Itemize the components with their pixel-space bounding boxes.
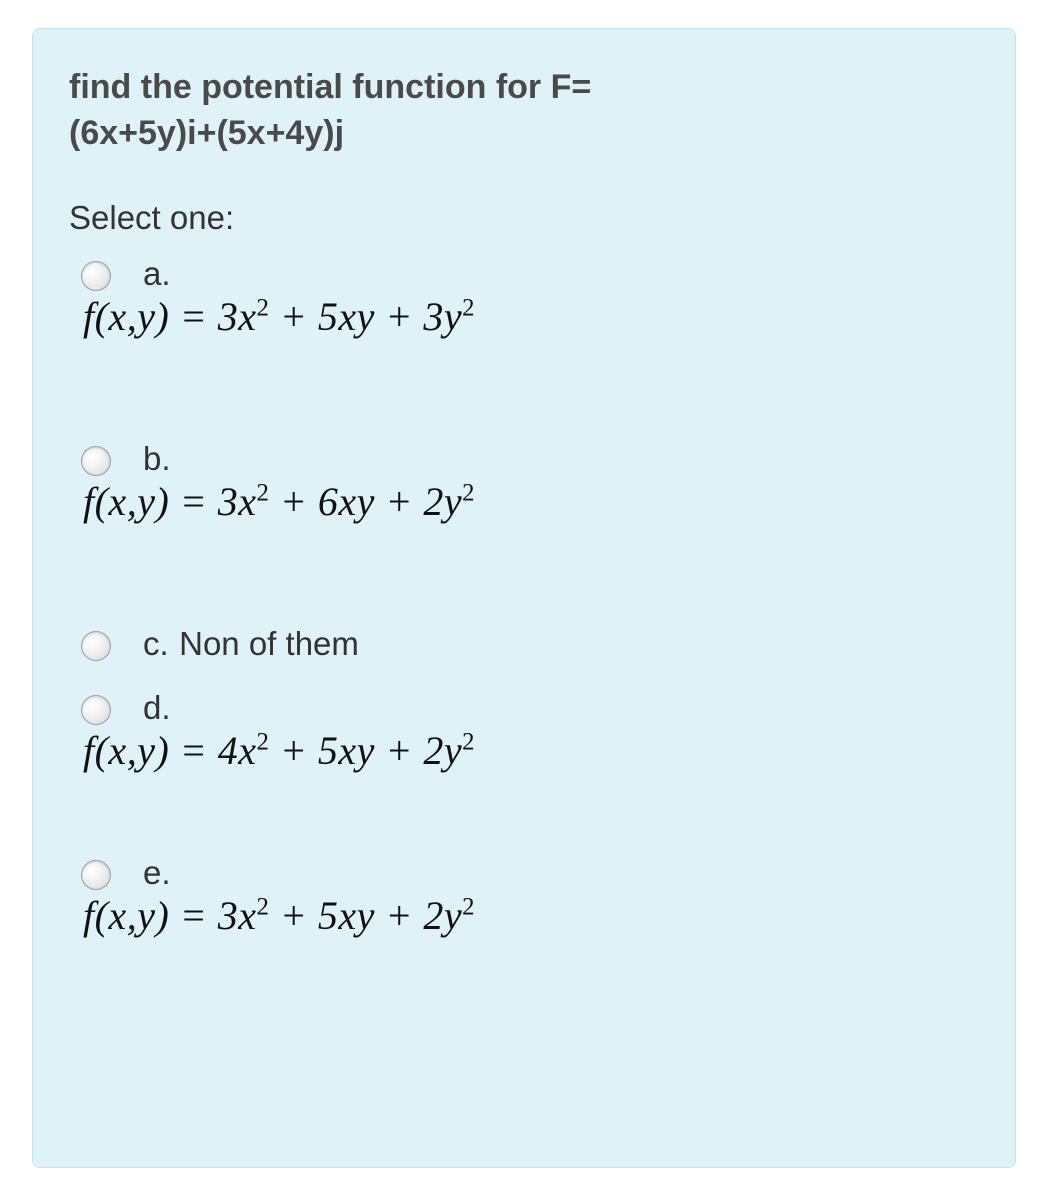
option-c[interactable]: c. Non of them bbox=[81, 625, 979, 663]
option-e[interactable]: e. f(x,y) = 3x2 + 5xy + 2y2 bbox=[81, 854, 979, 939]
question-text: find the potential function for F= (6x+5… bbox=[69, 65, 979, 157]
option-b[interactable]: b. f(x,y) = 3x2 + 6xy + 2y2 bbox=[81, 440, 979, 525]
select-one-prompt: Select one: bbox=[69, 199, 979, 237]
option-a-formula: f(x,y) = 3x2 + 5xy + 3y2 bbox=[83, 293, 979, 340]
option-c-text: Non of them bbox=[179, 625, 359, 662]
question-line1: find the potential function for F= bbox=[69, 68, 591, 106]
option-d-formula: f(x,y) = 4x2 + 5xy + 2y2 bbox=[83, 727, 979, 774]
option-e-formula: f(x,y) = 3x2 + 5xy + 2y2 bbox=[83, 892, 979, 939]
radio-d[interactable] bbox=[81, 695, 111, 725]
radio-c[interactable] bbox=[81, 631, 111, 661]
option-e-label: e. bbox=[143, 854, 979, 892]
option-c-label: c. bbox=[143, 625, 169, 662]
option-a-label: a. bbox=[143, 255, 979, 293]
option-b-label: b. bbox=[143, 440, 979, 478]
question-line2: (6x+5y)i+(5x+4y)j bbox=[69, 114, 344, 152]
question-card: find the potential function for F= (6x+5… bbox=[32, 28, 1016, 1168]
option-e-body: e. f(x,y) = 3x2 + 5xy + 2y2 bbox=[143, 854, 979, 939]
option-d[interactable]: d. f(x,y) = 4x2 + 5xy + 2y2 bbox=[81, 689, 979, 774]
options-group: a. f(x,y) = 3x2 + 5xy + 3y2 b. f(x,y) = … bbox=[69, 255, 979, 939]
option-b-body: b. f(x,y) = 3x2 + 6xy + 2y2 bbox=[143, 440, 979, 525]
radio-b[interactable] bbox=[81, 446, 111, 476]
option-a-body: a. f(x,y) = 3x2 + 5xy + 3y2 bbox=[143, 255, 979, 340]
option-d-body: d. f(x,y) = 4x2 + 5xy + 2y2 bbox=[143, 689, 979, 774]
radio-e[interactable] bbox=[81, 860, 111, 890]
option-d-label: d. bbox=[143, 689, 979, 727]
page: find the potential function for F= (6x+5… bbox=[0, 0, 1048, 1200]
option-c-body: c. Non of them bbox=[143, 625, 979, 663]
option-a[interactable]: a. f(x,y) = 3x2 + 5xy + 3y2 bbox=[81, 255, 979, 340]
option-b-formula: f(x,y) = 3x2 + 6xy + 2y2 bbox=[83, 478, 979, 525]
radio-a[interactable] bbox=[81, 261, 111, 291]
